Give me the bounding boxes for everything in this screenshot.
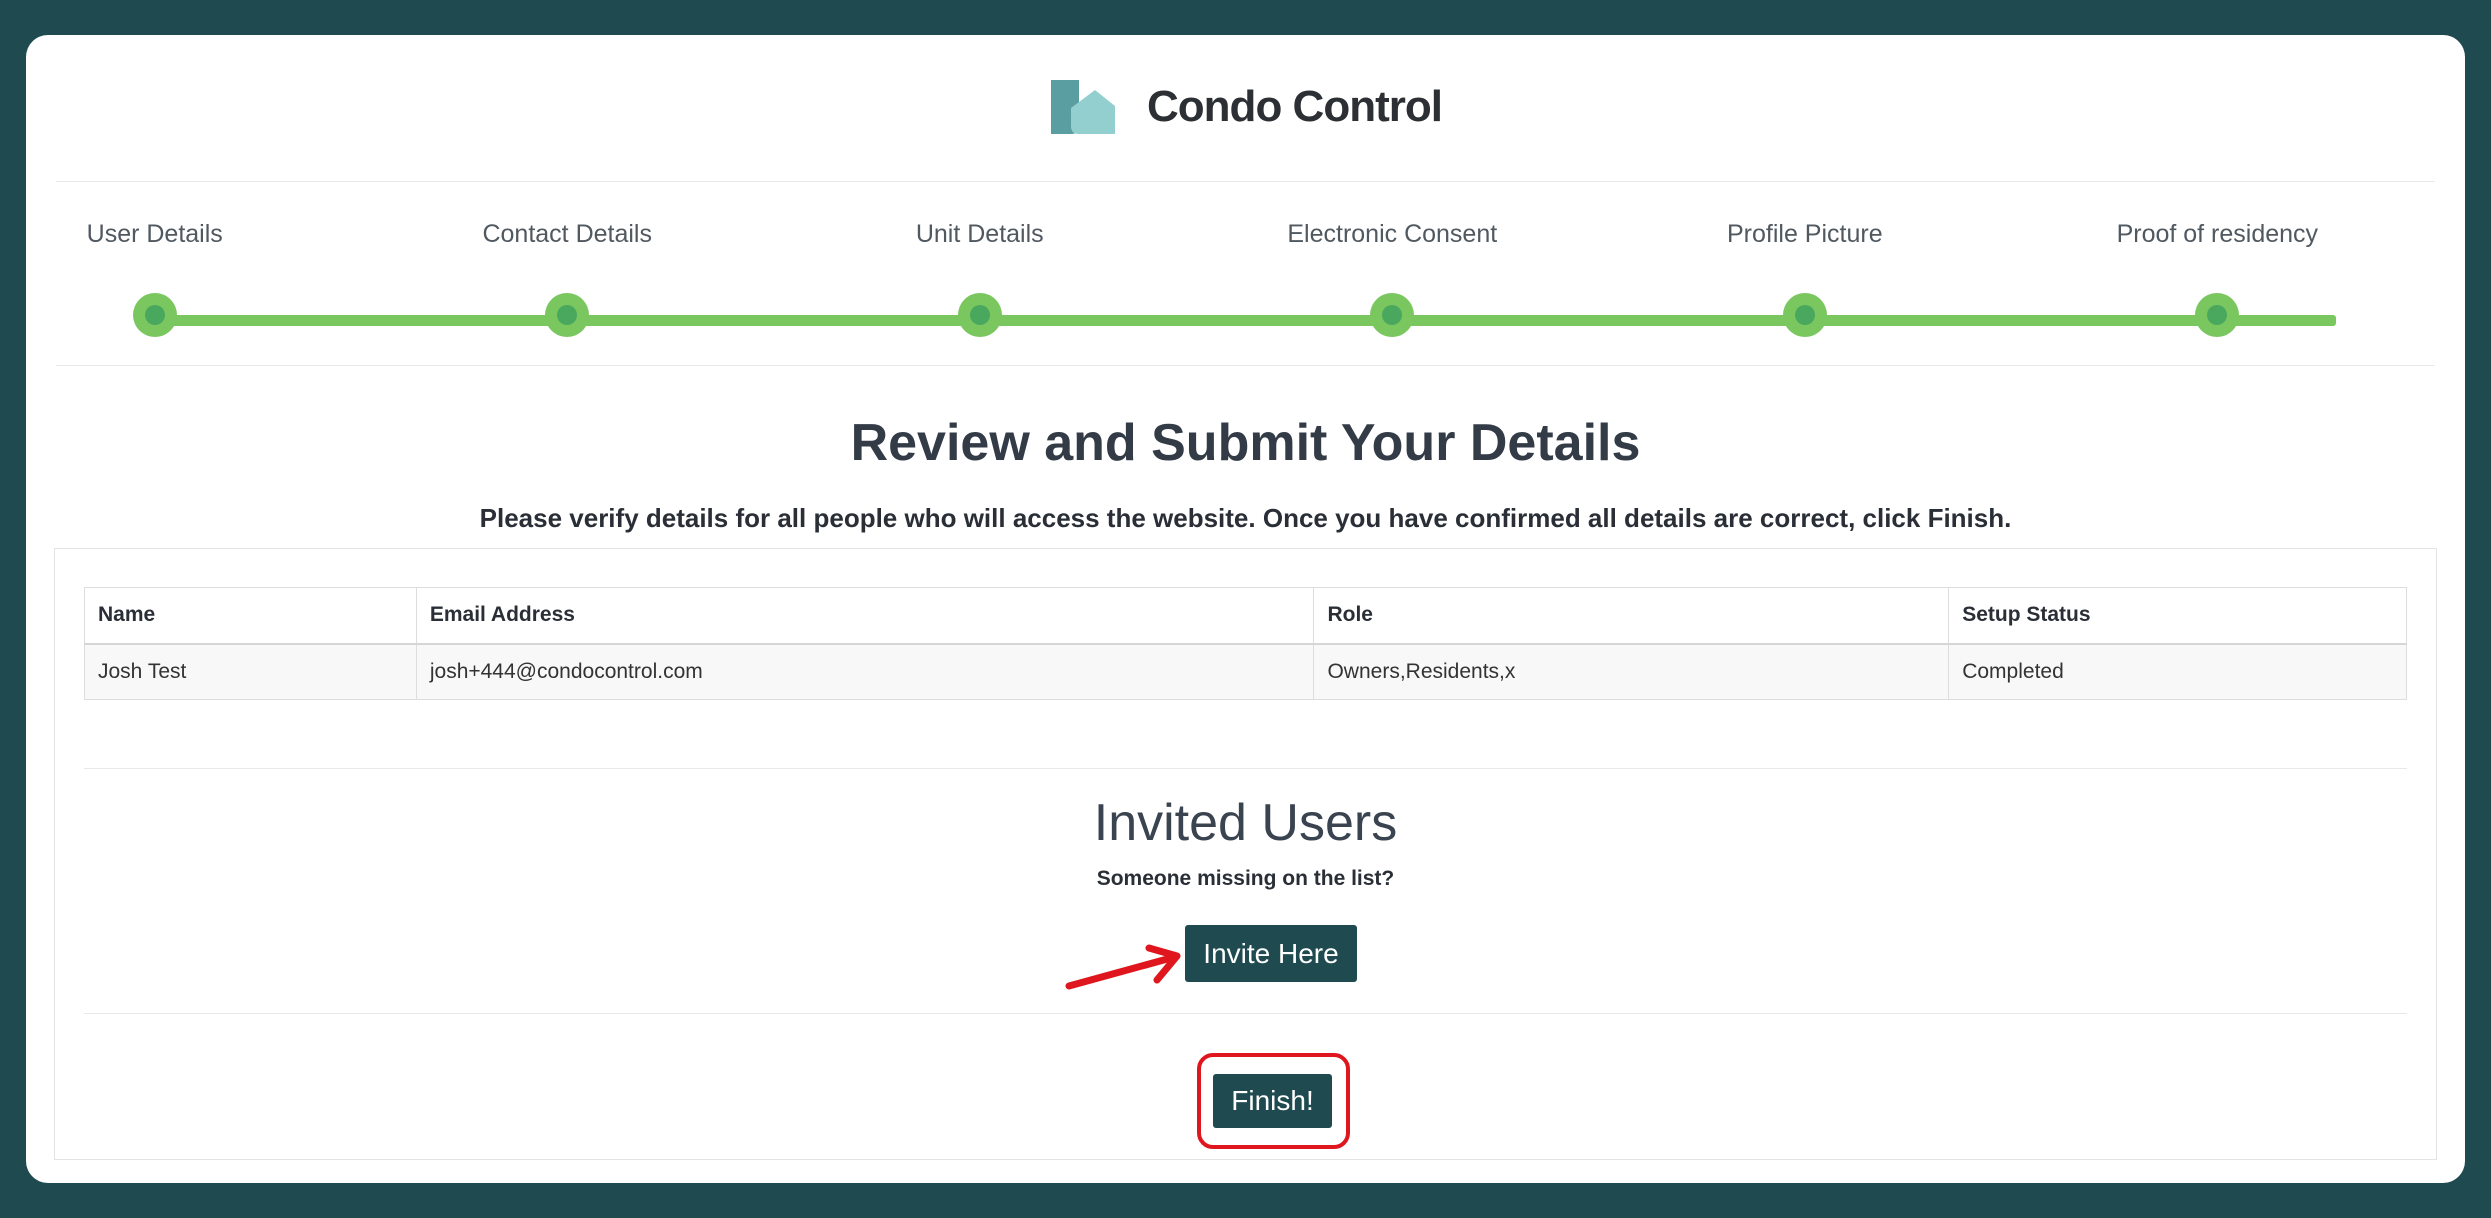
stepper-track	[154, 315, 2337, 326]
invited-users-prompt: Someone missing on the list?	[1096, 867, 1395, 890]
page-subtitle: Please verify details for all people who…	[479, 503, 2012, 533]
step-proof-of-residency[interactable]: Proof of residency	[2067, 215, 2367, 337]
step-complete-icon	[545, 293, 590, 337]
table-divider	[84, 768, 2407, 769]
step-label: User Details	[86, 220, 223, 248]
red-arrow-icon	[1065, 944, 1181, 990]
cell-status: Completed	[1948, 643, 2407, 700]
step-complete-icon	[2195, 293, 2240, 337]
column-header-status: Setup Status	[1948, 587, 2407, 645]
table-header-row: Name Email Address Role Setup Status	[84, 587, 2407, 645]
step-complete-icon	[132, 293, 177, 337]
step-user-details[interactable]: User Details	[5, 215, 305, 337]
building-logo-icon	[1051, 80, 1116, 134]
progress-stepper: User Details Contact Details Unit Detail…	[56, 215, 2435, 355]
step-complete-icon	[957, 293, 1002, 337]
cell-role: Owners,Residents,x	[1313, 643, 1950, 700]
stepper-divider	[56, 365, 2435, 366]
step-label: Electronic Consent	[1287, 220, 1498, 248]
step-unit-details[interactable]: Unit Details	[830, 215, 1130, 337]
step-label: Contact Details	[482, 220, 652, 248]
registration-card: Condo Control User Details Contact Detai…	[26, 35, 2465, 1183]
column-header-email: Email Address	[415, 587, 1315, 645]
column-header-name: Name	[84, 587, 417, 645]
cell-email: josh+444@condocontrol.com	[415, 643, 1315, 700]
step-label: Unit Details	[915, 220, 1044, 248]
invite-divider	[84, 1013, 2407, 1014]
review-panel: Name Email Address Role Setup Status Jos…	[54, 548, 2437, 1160]
cell-name: Josh Test	[84, 643, 417, 700]
brand-name: Condo Control	[1147, 82, 1443, 131]
users-table: Name Email Address Role Setup Status Jos…	[84, 587, 2407, 700]
step-complete-icon	[1782, 293, 1827, 337]
finish-button[interactable]: Finish!	[1213, 1074, 1332, 1128]
column-header-role: Role	[1313, 587, 1950, 645]
step-label: Proof of residency	[2116, 220, 2319, 248]
step-electronic-consent[interactable]: Electronic Consent	[1242, 215, 1542, 337]
header-divider	[56, 181, 2435, 182]
step-profile-picture[interactable]: Profile Picture	[1655, 215, 1955, 337]
step-complete-icon	[1370, 293, 1415, 337]
invited-users-title: Invited Users	[1093, 794, 1398, 852]
step-contact-details[interactable]: Contact Details	[417, 215, 717, 337]
page-title: Review and Submit Your Details	[850, 414, 1641, 472]
brand-header: Condo Control	[26, 78, 2465, 136]
invite-here-button[interactable]: Invite Here	[1185, 925, 1357, 982]
step-label: Profile Picture	[1726, 220, 1883, 248]
table-row: Josh Test josh+444@condocontrol.com Owne…	[84, 643, 2407, 700]
